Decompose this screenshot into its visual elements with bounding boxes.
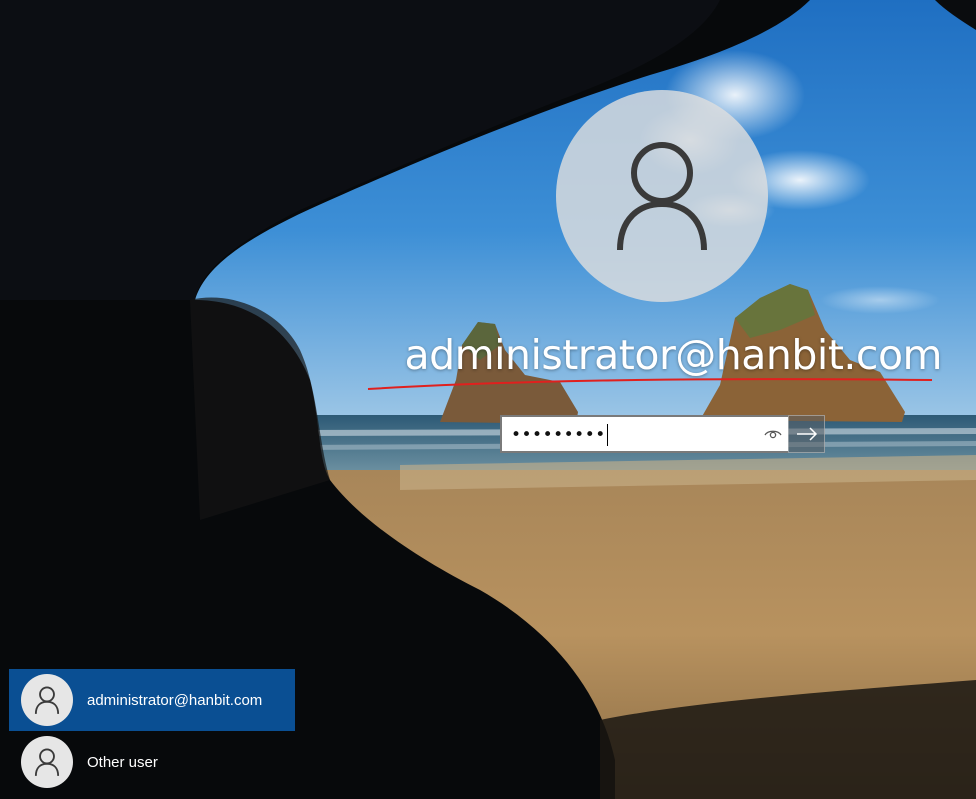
password-dots: ••••••••• bbox=[511, 425, 606, 445]
user-silhouette-icon bbox=[617, 142, 707, 251]
user-list-item-administrator[interactable]: administrator@hanbit.com bbox=[9, 669, 295, 731]
user-avatar-large bbox=[556, 90, 768, 302]
lock-screen: administrator@hanbit.com ••••••••• admin… bbox=[0, 0, 976, 799]
text-caret bbox=[606, 424, 608, 446]
user-list-name: administrator@hanbit.com bbox=[87, 691, 263, 709]
user-list-item-other-user[interactable]: Other user bbox=[9, 731, 295, 793]
submit-button[interactable] bbox=[788, 415, 825, 453]
user-avatar bbox=[21, 736, 73, 788]
password-row: ••••••••• bbox=[500, 415, 825, 453]
user-switcher-list: administrator@hanbit.com Other user bbox=[9, 669, 295, 793]
password-value: ••••••••• bbox=[511, 423, 608, 447]
arrow-right-icon bbox=[796, 427, 817, 441]
password-input[interactable]: ••••••••• bbox=[500, 415, 788, 453]
user-avatar bbox=[21, 674, 73, 726]
user-silhouette-icon bbox=[34, 686, 60, 714]
user-silhouette-icon bbox=[34, 748, 60, 776]
red-underline-annotation bbox=[367, 378, 933, 390]
eye-icon[interactable] bbox=[764, 427, 782, 441]
user-list-name: Other user bbox=[87, 753, 158, 771]
